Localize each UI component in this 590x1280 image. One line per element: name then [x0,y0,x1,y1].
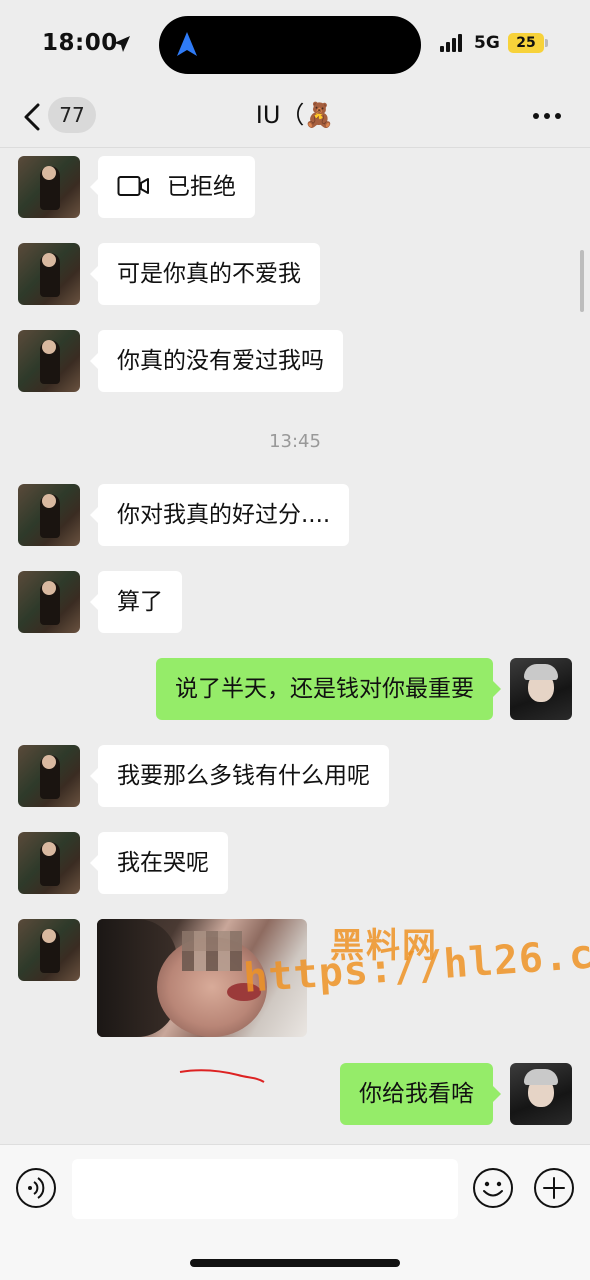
navigation-icon [177,32,197,56]
dynamic-island [159,16,421,74]
message-input[interactable] [72,1159,458,1219]
voice-icon[interactable] [15,1167,57,1209]
contact-avatar[interactable] [18,243,80,305]
battery-tip [545,39,548,47]
contact-avatar[interactable] [18,571,80,633]
more-dots-icon[interactable] [532,112,562,120]
message-text: 我要那么多钱有什么用呢 [117,763,370,789]
signal-icon [440,34,462,52]
image-message[interactable] [97,919,307,1037]
message-bubble-outgoing[interactable]: 说了半天，还是钱对你最重要 [156,658,501,720]
message-timestamp: 13:45 [269,431,321,452]
contact-avatar[interactable] [18,832,80,894]
emoji-icon[interactable] [472,1167,514,1209]
message-bubble-incoming[interactable]: 已拒绝 [90,156,255,218]
message-list[interactable]: 已拒绝 可是你真的不爱我 你真的没有爱过我吗 13:45 你对我真的好过分...… [0,148,590,1144]
home-indicator[interactable] [190,1259,400,1267]
status-time: 18:00 [42,30,118,56]
message-text: 你对我真的好过分.... [117,502,331,528]
contact-avatar[interactable] [18,745,80,807]
message-bubble-incoming[interactable]: 你对我真的好过分.... [89,484,350,546]
photo-mosaic [182,931,242,971]
message-bubble-incoming[interactable]: 算了 [90,571,182,633]
chat-title: IU（🧸 [255,101,335,129]
self-avatar[interactable] [510,658,572,720]
network-type: 5G [474,33,500,53]
plus-icon[interactable] [533,1167,575,1209]
message-text: 你真的没有爱过我吗 [117,348,324,374]
photo-detail [227,983,261,1001]
scroll-indicator[interactable] [580,250,584,312]
message-bubble-outgoing[interactable]: 你给我看啥 [340,1063,501,1125]
video-call-icon [117,175,149,196]
message-bubble-incoming[interactable]: 我在哭呢 [90,832,228,894]
self-avatar[interactable] [510,1063,572,1125]
chat-header: 77 IU（🧸 [0,88,590,148]
message-bubble-incoming[interactable]: 可是你真的不爱我 [90,243,320,305]
contact-avatar[interactable] [18,484,80,546]
contact-avatar[interactable] [18,156,80,218]
message-text: 可是你真的不爱我 [117,261,301,287]
message-text: 已拒绝 [167,174,236,200]
status-bar: 18:00 5G 25 [0,0,590,88]
message-bubble-incoming[interactable]: 你真的没有爱过我吗 [90,330,343,392]
contact-avatar[interactable] [18,919,80,981]
location-arrow-icon [114,36,130,52]
message-text: 算了 [117,589,163,615]
message-text: 你给我看啥 [359,1081,474,1107]
battery-indicator: 25 [508,33,544,53]
message-text: 说了半天，还是钱对你最重要 [175,676,474,702]
input-bar [0,1144,590,1280]
message-bubble-incoming[interactable]: 我要那么多钱有什么用呢 [90,745,389,807]
contact-avatar[interactable] [18,330,80,392]
message-text: 我在哭呢 [117,850,209,876]
